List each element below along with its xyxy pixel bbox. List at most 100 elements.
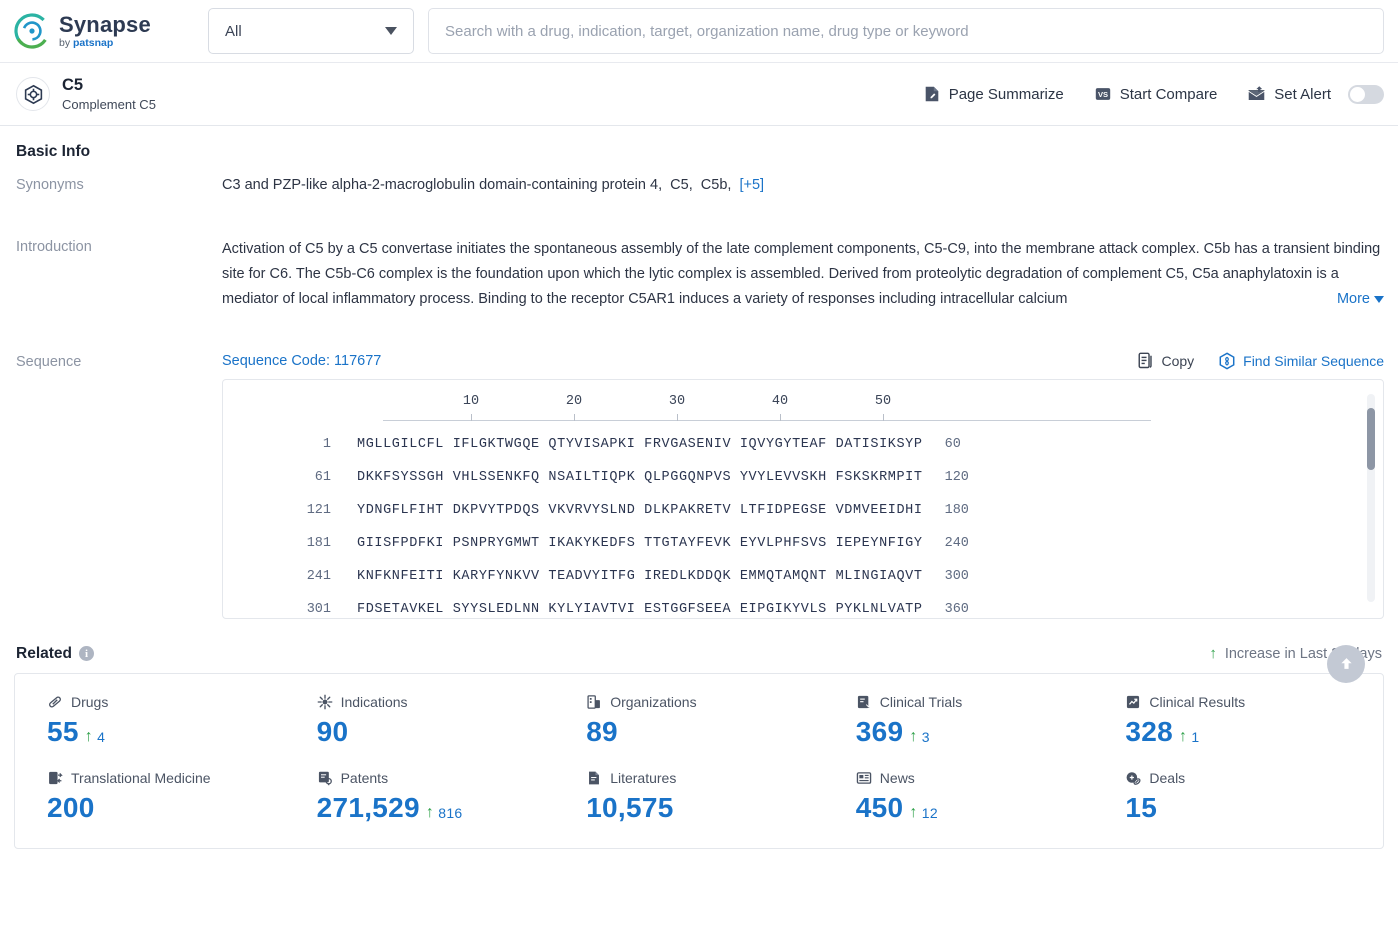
introduction-text-block: Activation of C5 by a C5 convertase init… <box>222 237 1384 312</box>
find-similar-sequence-icon <box>1218 352 1236 370</box>
scroll-to-top-button[interactable] <box>1327 644 1365 683</box>
stat-header: Drugs <box>47 694 295 710</box>
related-stat-indications[interactable]: Indications 90 <box>295 694 565 748</box>
scrollbar-thumb[interactable] <box>1367 407 1375 470</box>
stat-label: Deals <box>1149 769 1186 786</box>
related-stat-drugs[interactable]: Drugs 55 ↑ 4 <box>25 694 295 748</box>
page-title: C5 <box>62 75 84 94</box>
stat-label: Clinical Trials <box>879 693 963 710</box>
stat-label: Clinical Results <box>1149 693 1246 710</box>
arrow-up-icon <box>1340 658 1352 669</box>
sequence-row: 61 DKKFSYSSGH VHLSSENKFQ NSAILTIQPK QLPGG… <box>279 465 1383 490</box>
sequence-residues: GIISFPDFKI PSNPRYGMWT IKAKYKEDFS TTGTAYF… <box>357 535 923 551</box>
related-stat-clinical-results[interactable]: Clinical Results 328 ↑ 1 <box>1103 694 1373 748</box>
stat-header: Literatures <box>586 770 834 786</box>
start-compare-button[interactable]: VS Start Compare <box>1094 85 1217 103</box>
stat-label: Patents <box>340 769 389 786</box>
stat-value: 55 <box>47 715 79 747</box>
sequence-code-link[interactable]: Sequence Code: 117677 <box>222 353 381 369</box>
stat-value: 10,575 <box>586 791 674 823</box>
stat-value: 15 <box>1125 791 1158 823</box>
copy-icon <box>1138 352 1154 369</box>
related-stat-literatures[interactable]: Literatures 10,575 <box>564 770 834 824</box>
stat-value: 90 <box>316 715 349 747</box>
patents-icon <box>317 770 333 786</box>
up-arrow-icon: ↑ <box>909 727 918 745</box>
chevron-down-icon <box>385 27 397 35</box>
set-alert-control[interactable]: Set Alert <box>1247 84 1384 104</box>
main-content: Basic Info Synonyms C3 and PZP-like alph… <box>0 126 1398 849</box>
sequence-row: 241 KNFKNFEITI KARYFYNKVV TEADVYITFG IRED… <box>279 564 1383 589</box>
stat-delta: ↑ 4 <box>84 727 106 745</box>
sequence-viewer[interactable]: 10 20 30 40 50 1 MGLLGILCFL IFLGKTWGQE QT… <box>222 378 1384 619</box>
stat-delta: ↑ 3 <box>909 727 930 745</box>
sequence-rows: 1 MGLLGILCFL IFLGKTWGQE QTYVISAPKI FRVGAS… <box>279 432 1383 618</box>
synonyms-more-link[interactable]: [+5] <box>740 177 765 193</box>
ruler-tick-label: 40 <box>771 393 789 409</box>
synapse-logo-icon <box>14 13 50 49</box>
related-stat-deals[interactable]: Deals 15 <box>1103 770 1373 824</box>
stat-delta-value: 816 <box>438 804 463 821</box>
header-actions: Page Summarize VS Start Compare Set Aler… <box>893 84 1384 104</box>
related-stat-clinical-trials[interactable]: Clinical Trials 369 ↑ 3 <box>834 694 1104 748</box>
svg-text:VS: VS <box>1098 90 1108 99</box>
sequence-start-index: 181 <box>306 535 331 551</box>
info-icon[interactable]: i <box>79 646 94 662</box>
related-stat-translational-medicine[interactable]: Translational Medicine 200 <box>25 770 295 824</box>
stat-value-group: 55 ↑ 4 <box>47 716 295 748</box>
ruler-tick-mark <box>677 413 678 421</box>
ruler-tick-mark <box>883 413 884 421</box>
stat-delta-value: 3 <box>921 728 930 745</box>
find-similar-sequence-button[interactable]: Find Similar Sequence <box>1218 352 1384 370</box>
brand-company-text: patsnap <box>73 36 114 49</box>
basic-info-heading: Basic Info <box>14 126 1384 171</box>
alert-mail-icon <box>1247 85 1266 103</box>
copy-sequence-button[interactable]: Copy <box>1138 352 1194 369</box>
ruler-tick-mark <box>780 413 781 421</box>
entity-header: C5 Complement C5 Page Summarize VS Start… <box>0 63 1398 126</box>
sequence-residues: KNFKNFEITI KARYFYNKVV TEADVYITFG IREDLKD… <box>357 568 923 584</box>
sequence-end-index: 300 <box>944 568 969 584</box>
related-header: Related i ↑ Increase in Last 30 days <box>14 625 1384 673</box>
page-summarize-button[interactable]: Page Summarize <box>923 85 1064 103</box>
synonyms-label: Synonyms <box>16 177 84 193</box>
stat-delta-value: 12 <box>921 804 938 821</box>
brand-by-text: by <box>59 36 74 49</box>
set-alert-label: Set Alert <box>1274 85 1331 103</box>
sequence-row: 181 GIISFPDFKI PSNPRYGMWT IKAKYKEDFS TTGT… <box>279 531 1383 556</box>
stat-label: Indications <box>340 693 408 710</box>
related-stat-organizations[interactable]: Organizations 89 <box>564 694 834 748</box>
sequence-row: 1 MGLLGILCFL IFLGKTWGQE QTYVISAPKI FRVGAS… <box>279 432 1383 457</box>
sequence-toolbar: Sequence Code: 117677 Copy Find Similar … <box>222 352 1384 370</box>
stat-header: News <box>856 770 1104 786</box>
global-search-field[interactable]: Search with a drug, indication, target, … <box>428 8 1384 54</box>
stat-header: Clinical Results <box>1125 694 1373 710</box>
stat-header: Patents <box>317 770 565 786</box>
news-icon <box>856 770 872 786</box>
sequence-residues: YDNGFLFIHT DKPVYTPDQS VKVRVYSLND DLKPAKR… <box>357 502 923 518</box>
up-arrow-icon: ↑ <box>84 727 94 745</box>
search-scope-select[interactable]: All <box>208 8 414 54</box>
literatures-icon <box>586 770 602 786</box>
clinical-trials-icon <box>856 694 872 710</box>
related-stat-patents[interactable]: Patents 271,529 ↑ 816 <box>295 770 565 824</box>
stat-delta-value: 4 <box>97 728 106 745</box>
versus-compare-icon: VS <box>1094 85 1112 103</box>
chevron-down-icon <box>1374 295 1384 303</box>
stat-header: Organizations <box>586 694 834 710</box>
stat-value: 328 <box>1125 715 1174 747</box>
drugs-icon <box>47 694 63 710</box>
set-alert-toggle[interactable] <box>1348 84 1384 104</box>
global-header: Synapse by patsnap All Search with a dru… <box>0 0 1398 63</box>
copy-label: Copy <box>1161 352 1195 369</box>
introduction-more-link[interactable]: More <box>1296 286 1384 312</box>
stat-label: News <box>879 769 915 786</box>
brand-logo[interactable]: Synapse by patsnap <box>14 13 194 49</box>
brand-tagline: by patsnap <box>59 38 151 49</box>
sequence-row: 301 FDSETAVKEL SYYSLEDLNN KYLYIAVTVI ESTG… <box>279 597 1383 618</box>
related-stat-news[interactable]: News 450 ↑ 12 <box>834 770 1104 824</box>
synonym-value: C5b <box>700 177 728 193</box>
stat-label: Translational Medicine <box>71 769 211 786</box>
stat-label: Organizations <box>610 693 697 710</box>
sequence-scrollbar[interactable] <box>1367 393 1375 602</box>
